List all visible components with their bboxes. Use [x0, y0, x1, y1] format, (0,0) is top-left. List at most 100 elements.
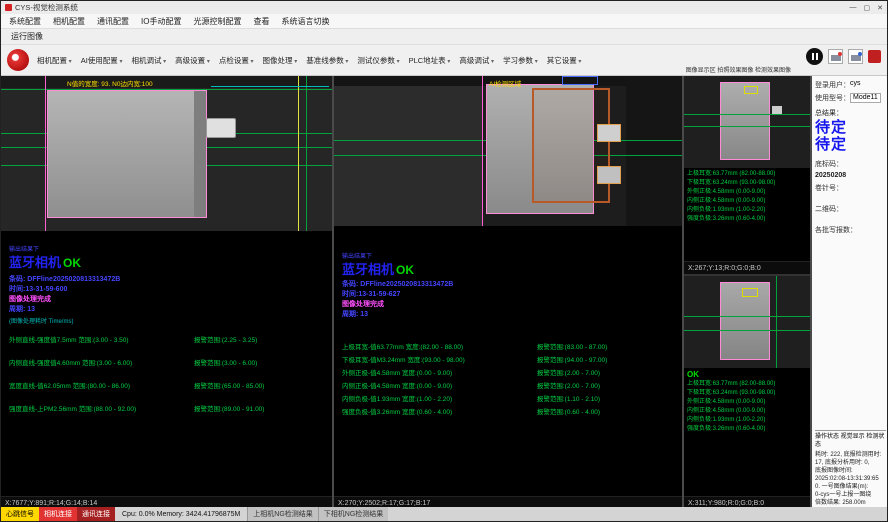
left-camera-view[interactable]: N值的宽度: 93. N0边内宽:100 输出结果下 蓝牙相机OK 条码: DF… [1, 76, 332, 496]
left-camera-image: N值的宽度: 93. N0边内宽:100 [1, 76, 332, 231]
cycle-text: 周期: 13 [342, 309, 368, 319]
pause-button[interactable] [806, 48, 823, 65]
bright-feature [597, 124, 621, 142]
preview-result-line: 强度负极:3.26mm (0.60-4.00) [687, 215, 807, 224]
window-controls: — ▢ ✕ [850, 4, 884, 12]
measurement-row: 强度负极-值3.26mm 宽度:(0.60 - 4.00)报警范围:(0.60 … [342, 406, 678, 416]
lower-camera-result-status: 下相机NG检测结果 [318, 507, 389, 521]
connector-tab [206, 118, 236, 138]
guide-line [306, 76, 307, 231]
upper-camera-result-status: 上相机NG检测结果 [247, 507, 318, 521]
status-ok: OK [63, 256, 81, 270]
guide-line [298, 76, 299, 231]
tab-spot-check-settings[interactable]: 点检设置 [219, 55, 254, 66]
batch-label-row: 底标码： [815, 159, 886, 169]
app-logo [7, 49, 29, 71]
right-camera-view[interactable]: AI检测区域 输出结果下 蓝牙相机OK 条码: DFFline202502081… [334, 76, 682, 496]
status-bar: 心跳信号 相机连接 通讯连接 Cpu: 0.0% Memory: 3424.41… [1, 507, 888, 521]
measurement-row: 内侧直线-强度值4.60mm 范围:(3.00 - 6.00)报警范围:(3.0… [9, 357, 328, 367]
menu-item-camera-config[interactable]: 相机配置 [53, 16, 85, 27]
tab-learning-params[interactable]: 学习参数 [503, 55, 538, 66]
pin-row: 卷针号： [815, 183, 886, 193]
window-title: CYS-视觉检测系统 [15, 2, 78, 13]
stats-box: 操作状态 视觉显示 检测状态 耗时: 222, 底报检测用时: 17, 底报分析… [815, 430, 886, 507]
upper-preview-panel[interactable]: 上极耳宽:63.77mm (82.00-88.00) 下极耳宽:63.24mm … [684, 76, 810, 276]
machine-block [334, 76, 482, 226]
guide-line [45, 76, 46, 231]
camera-icon [831, 55, 841, 61]
tab-ai-usage-config[interactable]: AI使用配置 [81, 55, 123, 66]
preview-status-ok: OK [687, 370, 807, 380]
preview-result-line: 内侧正极:4.58mm (0.00-9.00) [687, 197, 807, 206]
roi-box [562, 76, 598, 85]
tab-advanced-settings[interactable]: 高级设置 [175, 55, 210, 66]
pause-icon [816, 53, 818, 60]
menu-item-comm-config[interactable]: 通讯配置 [97, 16, 129, 27]
tab-advanced-debug[interactable]: 高级调试 [459, 55, 494, 66]
heartbeat-indicator: 心跳信号 [1, 507, 39, 521]
time-text: 时间:13-31-59-600 [9, 284, 67, 294]
preview-result-line: 内侧负极:1.93mm (1.00-2.20) [687, 206, 807, 215]
title-bar: CYS-视觉检测系统 — ▢ ✕ [1, 1, 887, 14]
lower-camera-button[interactable] [848, 49, 863, 64]
preview-result-line: 内侧负极:1.93mm (1.00-2.20) [687, 416, 807, 425]
tab-run-image[interactable]: 运行图像 [11, 31, 43, 42]
main-area: N值的宽度: 93. N0边内宽:100 输出结果下 蓝牙相机OK 条码: DF… [1, 76, 888, 509]
measurement-row: 内侧正极-值4.58mm 宽度:(0.00 - 9.00)报警范围:(2.00 … [342, 380, 678, 390]
info-panel: 登录用户： cys 使用型号： Mode11 总结果： 待定 待定 底标码： 2… [812, 76, 888, 509]
tab-camera-debug[interactable]: 相机调试 [131, 55, 166, 66]
count-row: 各批写报数： [815, 225, 886, 235]
measurement-row: 外侧正极-值4.58mm 宽度:(0.00 - 9.00)报警范围:(2.00 … [342, 367, 678, 377]
left-camera-panel: N值的宽度: 93. N0边内宽:100 输出结果下 蓝牙相机OK 条码: DF… [1, 76, 332, 509]
stats-header: 操作状态 视觉显示 检测状态 [815, 433, 886, 449]
right-camera-panel: AI检测区域 输出结果下 蓝牙相机OK 条码: DFFline202502081… [334, 76, 682, 509]
barcode-text: 条码: DFFline2025020813313472B [9, 274, 120, 284]
maximize-button[interactable]: ▢ [864, 4, 871, 12]
preview-column: 上极耳宽:63.77mm (82.00-88.00) 下极耳宽:63.24mm … [684, 76, 810, 509]
guide-line [776, 276, 777, 368]
upper-camera-button[interactable] [828, 49, 843, 64]
toolbar-buttons [806, 48, 881, 65]
roi-box [744, 86, 758, 94]
guide-line [684, 330, 810, 331]
tab-other-settings[interactable]: 其它设置 [547, 55, 582, 66]
lower-preview-panel[interactable]: OK 上极耳宽:63.77mm (82.00-88.00) 下极耳宽:63.24… [684, 276, 810, 509]
measurement-row: 外侧直线-强度值7.5mm 范围:(3.00 - 3.50)报警范围:(2.25… [9, 334, 328, 344]
stats-line: 倍数结果: 258.00m [815, 499, 886, 507]
tab-baseline-params[interactable]: 基准线参数 [306, 55, 348, 66]
menu-item-light-control-config[interactable]: 光源控制配置 [193, 16, 241, 27]
login-user-value: cys [850, 80, 861, 90]
status-ok: OK [396, 263, 414, 277]
preview-result-line: 强度负极:3.26mm (0.60-4.00) [687, 425, 807, 434]
tab-image-processing[interactable]: 图像处理 [263, 55, 298, 66]
note-text: (图像处理耗时 Time/ms) [9, 316, 73, 325]
product-region [47, 90, 207, 218]
measurement-row: 内侧负极-值1.93mm 宽度:(1.00 - 2.20)报警范围:(1.10 … [342, 393, 678, 403]
upper-preview-image [684, 76, 810, 168]
result-title: 蓝牙相机OK [9, 252, 81, 272]
model-select[interactable]: Mode11 [850, 93, 881, 103]
total-result-label: 总结果： [815, 108, 886, 118]
preview-result-line: 外侧正极:4.58mm (0.00-9.00) [687, 188, 807, 197]
toolbar-tabs: 相机配置 AI使用配置 相机调试 高级设置 点检设置 图像处理 基准线参数 测试… [37, 55, 581, 66]
seal-icon [868, 50, 881, 63]
menu-item-io-manual-config[interactable]: IO手动配置 [141, 16, 181, 27]
ai-detection-box [532, 88, 610, 203]
guide-line [684, 126, 810, 127]
menu-bar: 系统配置 相机配置 通讯配置 IO手动配置 光源控制配置 查看 系统语言切换 [1, 14, 887, 29]
menu-item-view[interactable]: 查看 [253, 16, 269, 27]
model-row: 使用型号： Mode11 [815, 93, 886, 103]
tab-test-params[interactable]: 测试仪参数 [357, 55, 399, 66]
toolbar: 相机配置 AI使用配置 相机调试 高级设置 点检设置 图像处理 基准线参数 测试… [1, 45, 887, 76]
ai-region-label: AI检测区域 [489, 78, 521, 88]
menu-item-system-config[interactable]: 系统配置 [9, 16, 41, 27]
minimize-button[interactable]: — [850, 4, 857, 12]
tab-camera-config[interactable]: 相机配置 [37, 55, 72, 66]
guide-line [684, 316, 810, 317]
menu-item-language-switch[interactable]: 系统语言切换 [281, 16, 329, 27]
process-status-text: 图像处理完成 [342, 299, 384, 309]
measurement-row: 宽度直线-值62.05mm 范围:(80.00 - 86.00)报警范围:(65… [9, 380, 328, 390]
barcode-text: 条码: DFFline2025020813313472B [342, 279, 453, 289]
close-button[interactable]: ✕ [877, 4, 883, 12]
tab-plc-address-table[interactable]: PLC地址表 [409, 55, 451, 66]
